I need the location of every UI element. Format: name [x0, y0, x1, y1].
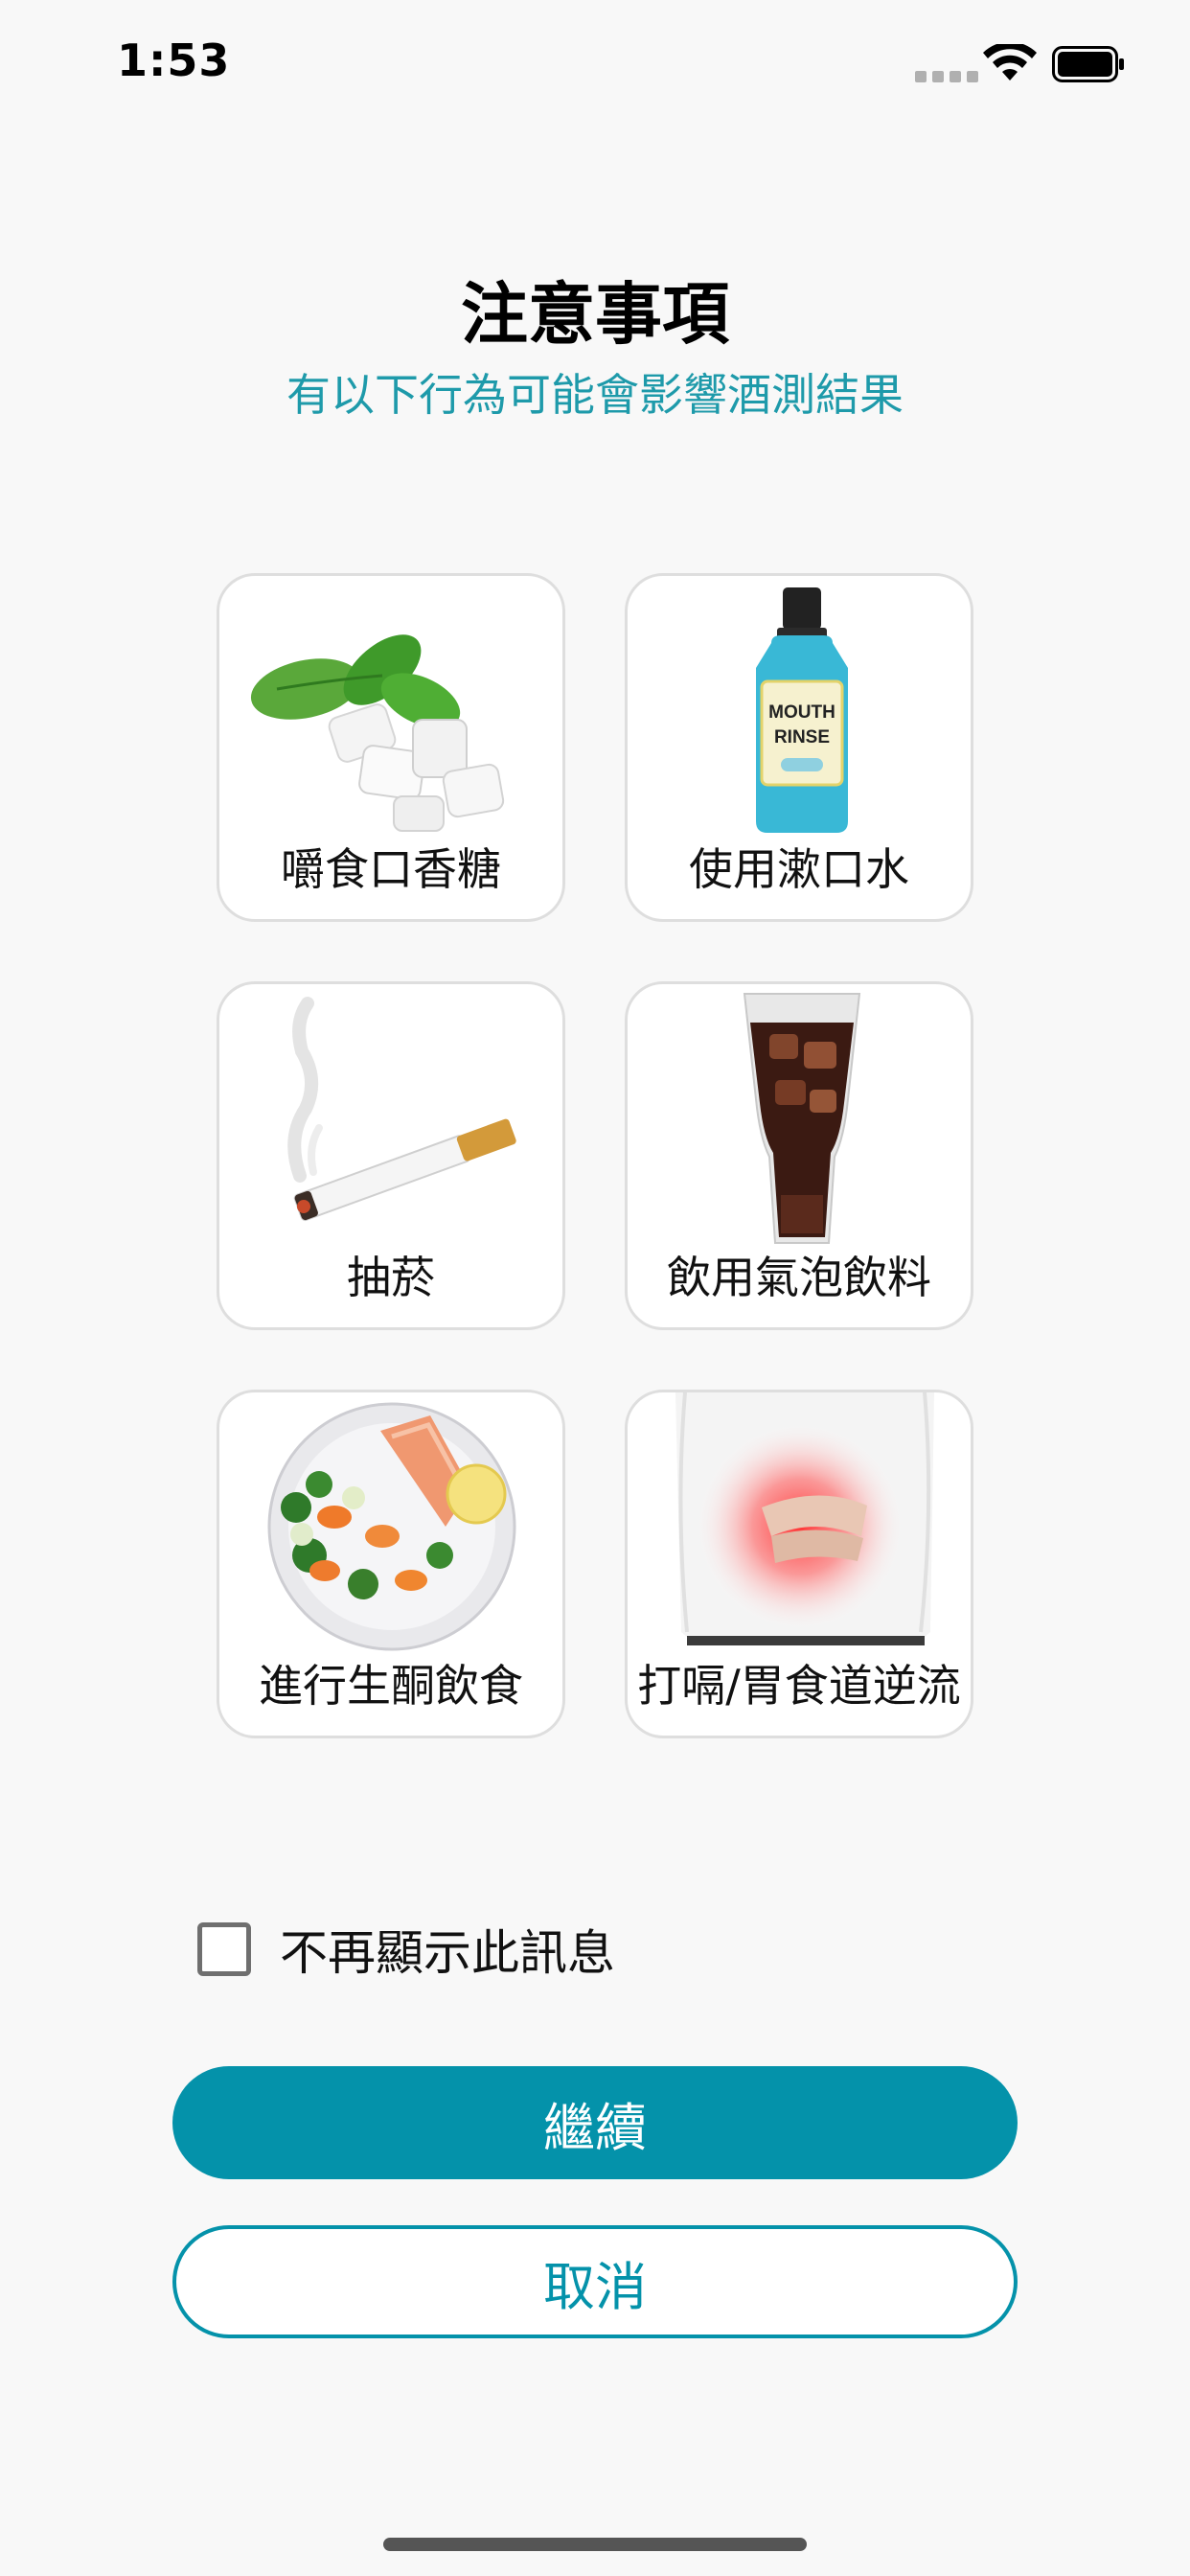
soda-glass-icon [743, 993, 861, 1244]
notice-label: 抽菸 [347, 1252, 435, 1303]
notice-card-reflux: 打嗝/胃食道逆流 [625, 1390, 973, 1738]
battery-icon [1052, 46, 1124, 82]
notice-card-mouthwash: MOUTH RINSE 使用漱口水 [625, 573, 973, 922]
screen: 1:53 注意事項 有以下行為可能會影響酒測結果 嚼食口香糖 MOUTH RIN… [0, 0, 1190, 2576]
notice-label: 嚼食口香糖 [281, 843, 501, 895]
cigarette-icon [287, 997, 516, 1222]
chewing-gum-mint-icon [250, 634, 505, 832]
bottle-label-text-2: RINSE [774, 727, 830, 748]
notice-label: 打嗝/胃食道逆流 [637, 1660, 961, 1712]
notice-card-keto: 進行生酮飲食 [217, 1390, 565, 1738]
wifi-icon [983, 44, 1037, 80]
stomach-pain-icon [675, 1392, 934, 1645]
notice-label: 飲用氣泡飲料 [667, 1252, 931, 1303]
home-indicator[interactable] [383, 2538, 807, 2551]
notice-label: 使用漱口水 [689, 843, 909, 895]
notice-card-smoking: 抽菸 [217, 981, 565, 1330]
page-subtitle: 有以下行為可能會影響酒測結果 [286, 369, 904, 421]
mouthwash-bottle-icon: MOUTH RINSE [756, 587, 848, 833]
continue-button[interactable]: 繼續 [172, 2066, 1018, 2179]
keto-salmon-plate-icon [267, 1402, 516, 1651]
notice-label: 進行生酮飲食 [259, 1660, 523, 1712]
notice-card-chewing-gum: 嚼食口香糖 [217, 573, 565, 922]
page-title: 注意事項 [461, 275, 729, 354]
cancel-button[interactable]: 取消 [172, 2225, 1018, 2338]
dont-show-again-row[interactable]: 不再顯示此訊息 [197, 1915, 615, 1984]
dont-show-again-label[interactable]: 不再顯示此訊息 [280, 1915, 615, 1984]
notice-items-grid: 嚼食口香糖 MOUTH RINSE 使用漱口水 抽菸 飲用氣泡飲料 進行生酮飲食… [217, 573, 973, 1738]
status-time: 1:53 [117, 34, 231, 86]
dont-show-again-checkbox[interactable] [197, 1922, 251, 1976]
cellular-signal-icon [915, 71, 978, 82]
bottle-label-text-1: MOUTH [768, 702, 835, 723]
notice-card-soda: 飲用氣泡飲料 [625, 981, 973, 1330]
